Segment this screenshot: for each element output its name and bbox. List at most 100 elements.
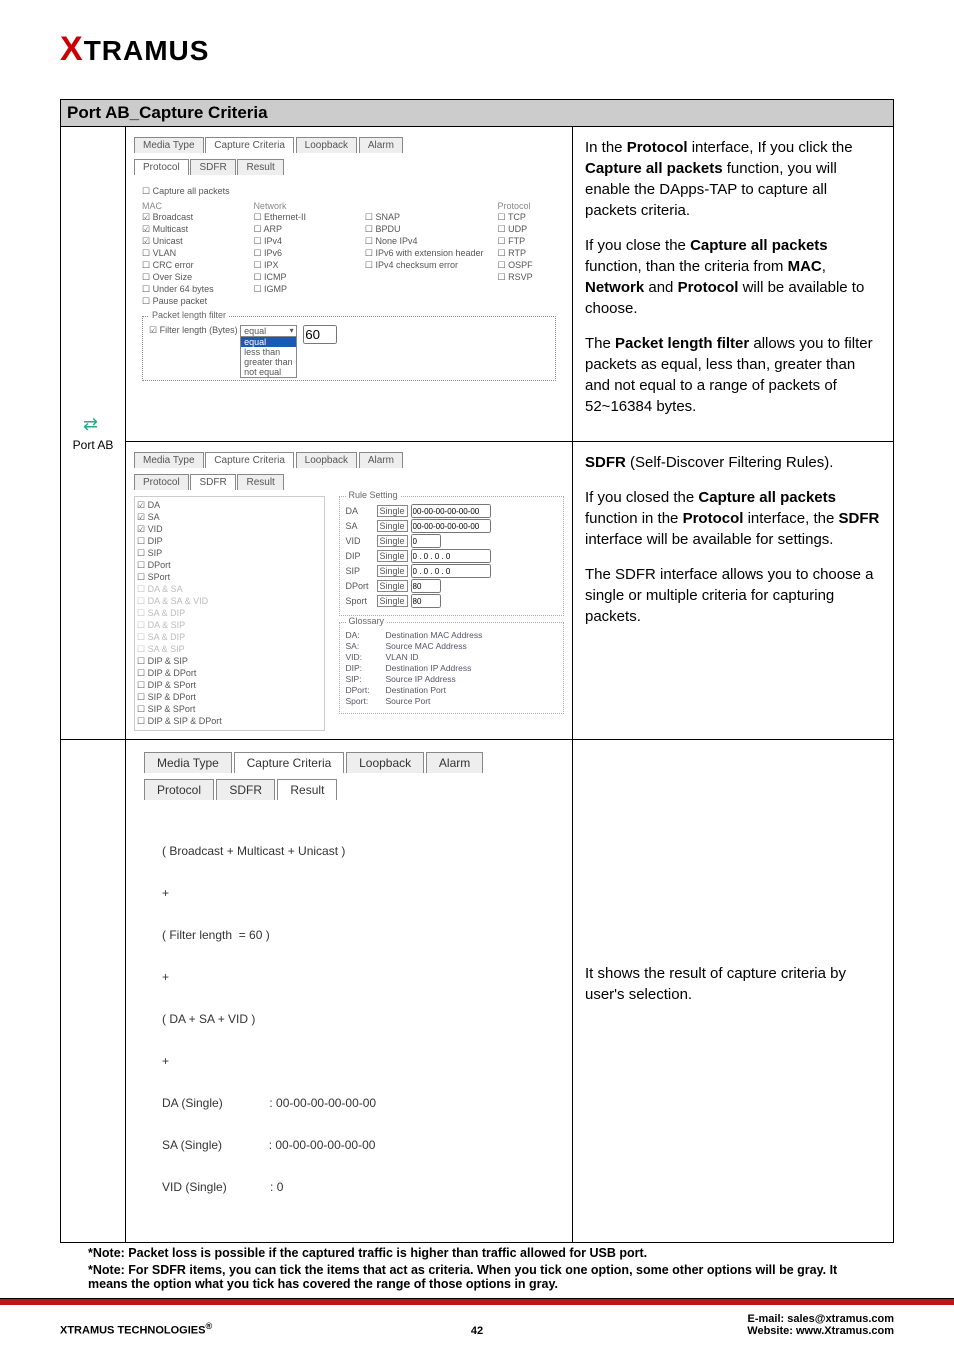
note-2: *Note: For SDFR items, you can tick the … [60,1263,894,1291]
sdfr-dip-sip-dport[interactable]: DIP & SIP & DPort [137,716,322,727]
sdfr-dialog: Media Type Capture Criteria Loopback Ala… [126,442,573,739]
sdfr-dip-dport[interactable]: DIP & DPort [137,668,322,679]
da-input[interactable] [411,504,491,518]
sdfr-sip[interactable]: SIP [137,548,322,559]
capture-all-checkbox[interactable]: Capture all packets [142,186,556,197]
chk-vlan[interactable]: VLAN [142,248,239,259]
subtab-protocol[interactable]: Protocol [134,159,189,175]
chk-none-ipv4[interactable]: None IPv4 [365,236,484,247]
tab-loopback[interactable]: Loopback [296,137,357,153]
tab-loopback-2[interactable]: Loopback [296,452,357,468]
chk-ipv4[interactable]: IPv4 [253,236,350,247]
dport-input[interactable] [411,579,441,593]
result-line: + [162,886,536,900]
chk-ipv6[interactable]: IPv6 [253,248,350,259]
chk-tcp[interactable]: TCP [498,212,556,223]
inner-tabs: Protocol SDFR Result [134,159,564,175]
subtab-result-2[interactable]: Result [237,474,283,490]
subtab-protocol-2[interactable]: Protocol [134,474,189,490]
page-footer: XTRAMUS TECHNOLOGIES® 42 E-mail: sales@x… [60,1313,894,1337]
sdfr-dip-sip[interactable]: DIP & SIP [137,656,322,667]
chk-ethernet[interactable]: Ethernet-II [253,212,350,223]
chk-arp[interactable]: ARP [253,224,350,235]
section-title: Port AB_Capture Criteria [61,100,893,127]
rule-setting-group: Rule Setting DASingle SASingle VIDSingle… [339,496,565,616]
subtab-protocol-3[interactable]: Protocol [144,779,214,800]
sport-input[interactable] [411,594,441,608]
tab-media-type-2[interactable]: Media Type [134,452,204,468]
subtab-sdfr[interactable]: SDFR [190,159,235,175]
result-line: ( Broadcast + Multicast + Unicast ) [162,844,536,858]
sport-mode[interactable]: Single [377,595,408,607]
filter-length-input[interactable] [303,325,337,344]
result-desc: It shows the result of capture criteria … [573,740,893,1242]
protocol-desc: In the Protocol interface, If you click … [573,127,893,441]
subtab-sdfr-3[interactable]: SDFR [216,779,275,800]
chk-bpdu[interactable]: BPDU [365,224,484,235]
sdfr-dip[interactable]: DIP [137,536,322,547]
sdfr-da[interactable]: DA [137,500,322,511]
subtab-result[interactable]: Result [237,159,283,175]
sdfr-sip-sport[interactable]: SIP & SPort [137,704,322,715]
tab-alarm[interactable]: Alarm [359,137,403,153]
chk-ftp[interactable]: FTP [498,236,556,247]
sdfr-dport[interactable]: DPort [137,560,322,571]
sdfr-sip-dport[interactable]: SIP & DPort [137,692,322,703]
chk-snap[interactable]: SNAP [365,212,484,223]
sip-input[interactable] [411,564,491,578]
filter-condition-select[interactable]: equal [240,325,297,337]
sdfr-desc: SDFR (Self-Discover Filtering Rules). If… [573,442,893,739]
chk-over-size[interactable]: Over Size [142,272,239,283]
filter-opt-notequal[interactable]: not equal [241,367,296,377]
filter-opt-equal[interactable]: equal [241,337,296,347]
chk-udp[interactable]: UDP [498,224,556,235]
filter-opt-less[interactable]: less than [241,347,296,357]
chk-unicast[interactable]: Unicast [142,236,239,247]
sdfr-vid[interactable]: VID [137,524,322,535]
tab-capture-criteria-3[interactable]: Capture Criteria [234,752,345,773]
sa-input[interactable] [411,519,491,533]
vid-mode[interactable]: Single [377,535,408,547]
chk-broadcast[interactable]: Broadcast [142,212,239,223]
sdfr-sport[interactable]: SPort [137,572,322,583]
tab-alarm-3[interactable]: Alarm [426,752,483,773]
result-line: VID (Single) : 0 [162,1180,536,1194]
chk-filter-length[interactable]: Filter length (Bytes) [149,325,238,335]
chk-ospf[interactable]: OSPF [498,260,556,271]
chk-ipx[interactable]: IPX [253,260,350,271]
footer-page: 42 [471,1325,483,1337]
subtab-sdfr-2[interactable]: SDFR [190,474,235,490]
sdfr-sa[interactable]: SA [137,512,322,523]
chk-rsvp[interactable]: RSVP [498,272,556,283]
chk-multicast[interactable]: Multicast [142,224,239,235]
brand-logo: XTRAMUS [60,30,894,69]
da-mode[interactable]: Single [377,505,408,517]
tab-capture-criteria[interactable]: Capture Criteria [205,137,294,153]
sdfr-sa-dip: SA & DIP [137,608,322,619]
tab-alarm-2[interactable]: Alarm [359,452,403,468]
capture-criteria-section: Port AB_Capture Criteria ⇄ Port AB Media… [60,99,894,1243]
filter-opt-greater[interactable]: greater than [241,357,296,367]
chk-pause[interactable]: Pause packet [142,296,239,307]
tab-loopback-3[interactable]: Loopback [346,752,424,773]
dip-input[interactable] [411,549,491,563]
sa-mode[interactable]: Single [377,520,408,532]
dip-mode[interactable]: Single [377,550,408,562]
tab-media-type[interactable]: Media Type [134,137,204,153]
sdfr-sa-dip2: SA & DIP [137,632,322,643]
chk-crc-error[interactable]: CRC error [142,260,239,271]
mac-header: MAC [142,201,239,211]
sdfr-dip-sport[interactable]: DIP & SPort [137,680,322,691]
tab-media-type-3[interactable]: Media Type [144,752,232,773]
tab-capture-criteria-2[interactable]: Capture Criteria [205,452,294,468]
chk-icmp[interactable]: ICMP [253,272,350,283]
dport-mode[interactable]: Single [377,580,408,592]
chk-igmp[interactable]: IGMP [253,284,350,295]
chk-rtp[interactable]: RTP [498,248,556,259]
chk-ipv6-ext[interactable]: IPv6 with extension header [365,248,484,259]
chk-under-64[interactable]: Under 64 bytes [142,284,239,295]
subtab-result-3[interactable]: Result [277,779,337,800]
sip-mode[interactable]: Single [377,565,408,577]
vid-input[interactable] [411,534,441,548]
chk-ipv4-csum[interactable]: IPv4 checksum error [365,260,484,271]
